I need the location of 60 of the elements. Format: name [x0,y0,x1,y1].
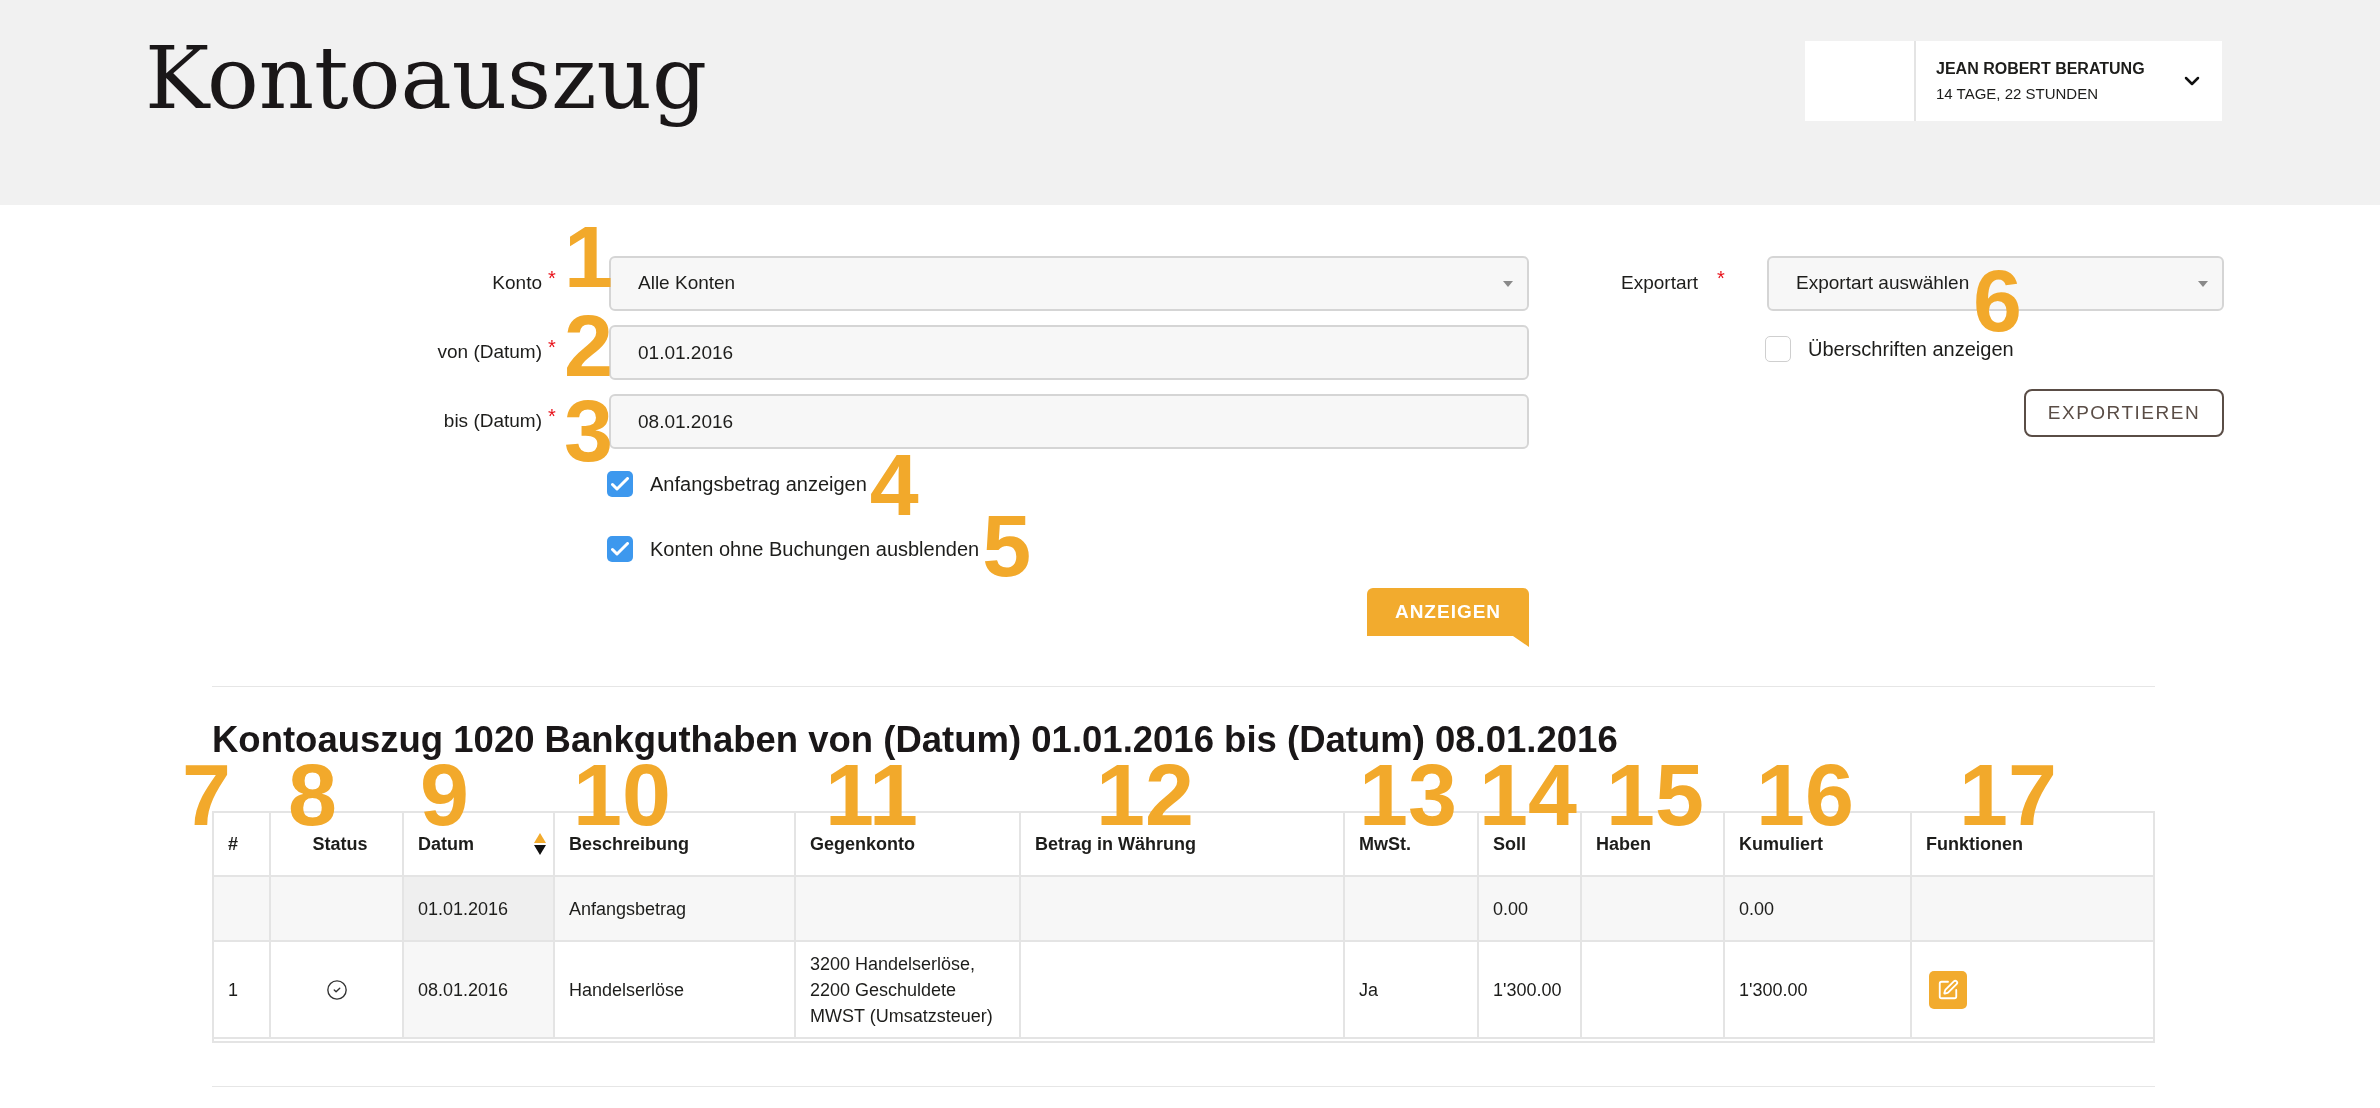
field-label: Konto [491,271,542,296]
edit-button[interactable] [1929,970,1967,1009]
table-cell: 1'300.00 [1479,942,1582,1039]
required-mark: * [548,335,557,357]
column-header: Status [312,833,368,855]
annotation-number: 15 [1606,760,1704,831]
caret-down-icon [1503,280,1513,287]
column-header: Haben [1596,833,1651,855]
annotation-number: 7 [182,760,231,831]
column-header: Beschreibung [569,833,690,855]
required-mark: * [1717,266,1726,288]
column-header: Gegenkonto [810,833,915,855]
caret-down-icon [2198,280,2208,287]
field-label: Exportart [1621,271,1700,296]
annotation-number: 4 [869,450,919,521]
annotation-number: 17 [1959,760,2057,831]
date-input[interactable]: 08.01.2016 [609,394,1529,449]
column-header: # [228,833,238,855]
account-remaining-time: 14 TAGE, 22 STUNDEN [1936,83,2099,104]
annotation-number: 12 [1096,760,1194,831]
checkbox[interactable] [607,536,633,562]
annotation-number: 14 [1479,760,1577,831]
page-title: Kontoauszug [145,27,707,130]
required-mark: * [548,404,557,426]
table-cell: 08.01.2016 [404,942,555,1039]
annotation-number: 9 [420,760,469,831]
checkbox[interactable] [607,471,633,497]
sort-icon[interactable] [534,832,546,856]
checkbox-label: Überschriften anzeigen [1808,338,2014,360]
column-header: MwSt. [1359,833,1411,855]
date-input[interactable]: 01.01.2016 [609,325,1529,380]
column-header[interactable]: Datum [418,833,474,855]
account-name: JEAN ROBERT BERATUNG [1936,58,2145,79]
table-cell: Handelserlöse [555,942,796,1039]
table-cell: Ja [1345,942,1479,1039]
column-header: Funktionen [1926,833,2023,855]
checkbox-label: Anfangsbetrag anzeigen [650,473,867,495]
column-header: Betrag in Währung [1035,833,1196,855]
column-header: Kumuliert [1739,833,1823,855]
edit-icon [1937,978,1959,1001]
annotation-number: 16 [1756,760,1854,831]
annotation-number: 11 [825,760,919,831]
field-label: von (Datum) [436,340,542,365]
annotation-number: 5 [982,511,1032,582]
checkbox[interactable] [1765,336,1791,362]
annotation-number: 8 [288,760,337,831]
table-cell: 01.01.2016 [404,877,555,942]
field-label: bis (Datum) [442,409,542,434]
annotation-number: 13 [1359,760,1457,831]
required-mark: * [548,266,557,288]
column-header: Soll [1493,833,1526,855]
table-cell: 3200 Handelserlöse, 2200 Geschuldete MWST (Umsatzsteuer) [796,942,1021,1039]
checkmark-icon [611,542,629,556]
checkbox-label: Konten ohne Buchungen ausblenden [650,538,980,560]
table-cell: 1'300.00 [1725,942,1912,1039]
annotation-number: 10 [573,760,671,831]
statement-heading: Kontoauszug 1020 Bankguthaben von (Datum) 01.01.2016 bis (Datum) 08.01.2016 [212,719,1618,761]
export-button[interactable]: EXPORTIEREN [2024,389,2224,437]
table-cell: 1 [214,942,271,1039]
checkmark-icon [611,477,629,491]
